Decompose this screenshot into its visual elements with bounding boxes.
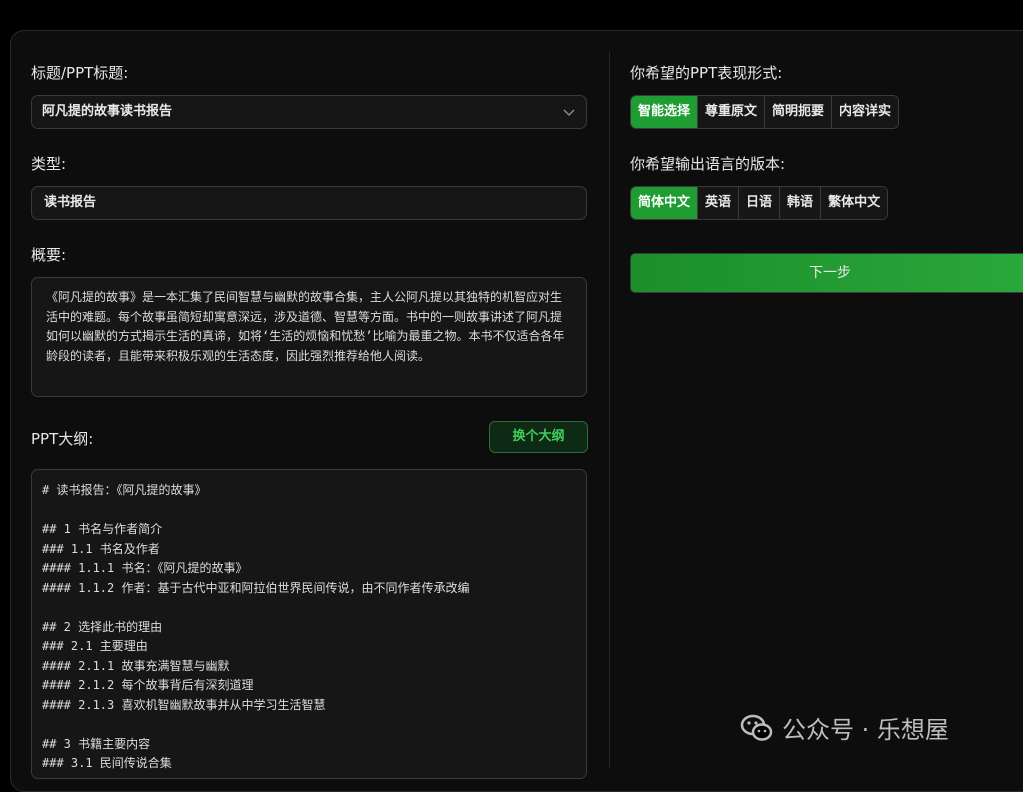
language-option-simplified-chinese[interactable]: 简体中文 [631,187,698,219]
swap-outline-button[interactable]: 换个大纲 [489,421,588,453]
language-option-korean[interactable]: 韩语 [779,187,821,219]
watermark-text: 公众号 · 乐想屋 [782,716,949,744]
title-label: 标题/PPT标题: [31,64,129,82]
type-label: 类型: [31,155,67,173]
language-option-traditional-chinese[interactable]: 繁体中文 [820,187,888,219]
next-step-button[interactable]: 下一步 [630,253,1023,293]
language-segmented-control: 简体中文 英语 日语 韩语 繁体中文 [630,186,889,220]
title-value: 阿凡提的故事读书报告 [42,104,173,119]
style-option-detailed[interactable]: 内容详实 [831,96,899,128]
language-label: 你希望输出语言的版本: [630,155,786,173]
style-label: 你希望的PPT表现形式: [630,64,783,82]
summary-textarea[interactable]: 《阿凡提的故事》是一本汇集了民间智慧与幽默的故事合集，主人公阿凡提以其独特的机智… [31,277,587,397]
type-input[interactable]: 读书报告 [31,186,587,220]
summary-label: 概要: [31,246,67,264]
outline-label: PPT大纲: [31,430,94,448]
style-segmented-control: 智能选择 尊重原文 简明扼要 内容详实 [630,95,900,129]
chevron-down-icon [563,109,575,117]
style-option-concise[interactable]: 简明扼要 [764,96,832,128]
language-option-japanese[interactable]: 日语 [738,187,780,219]
column-divider [609,52,610,768]
wechat-icon [740,714,773,741]
style-option-original[interactable]: 尊重原文 [697,96,765,128]
outline-textarea[interactable]: # 读书报告：《阿凡提的故事》 ## 1 书名与作者简介 ### 1.1 书名及… [31,469,587,779]
style-option-smart[interactable]: 智能选择 [631,96,698,128]
watermark: 公众号 · 乐想屋 [740,710,949,745]
title-select[interactable]: 阿凡提的故事读书报告 [31,95,587,129]
language-option-english[interactable]: 英语 [697,187,739,219]
